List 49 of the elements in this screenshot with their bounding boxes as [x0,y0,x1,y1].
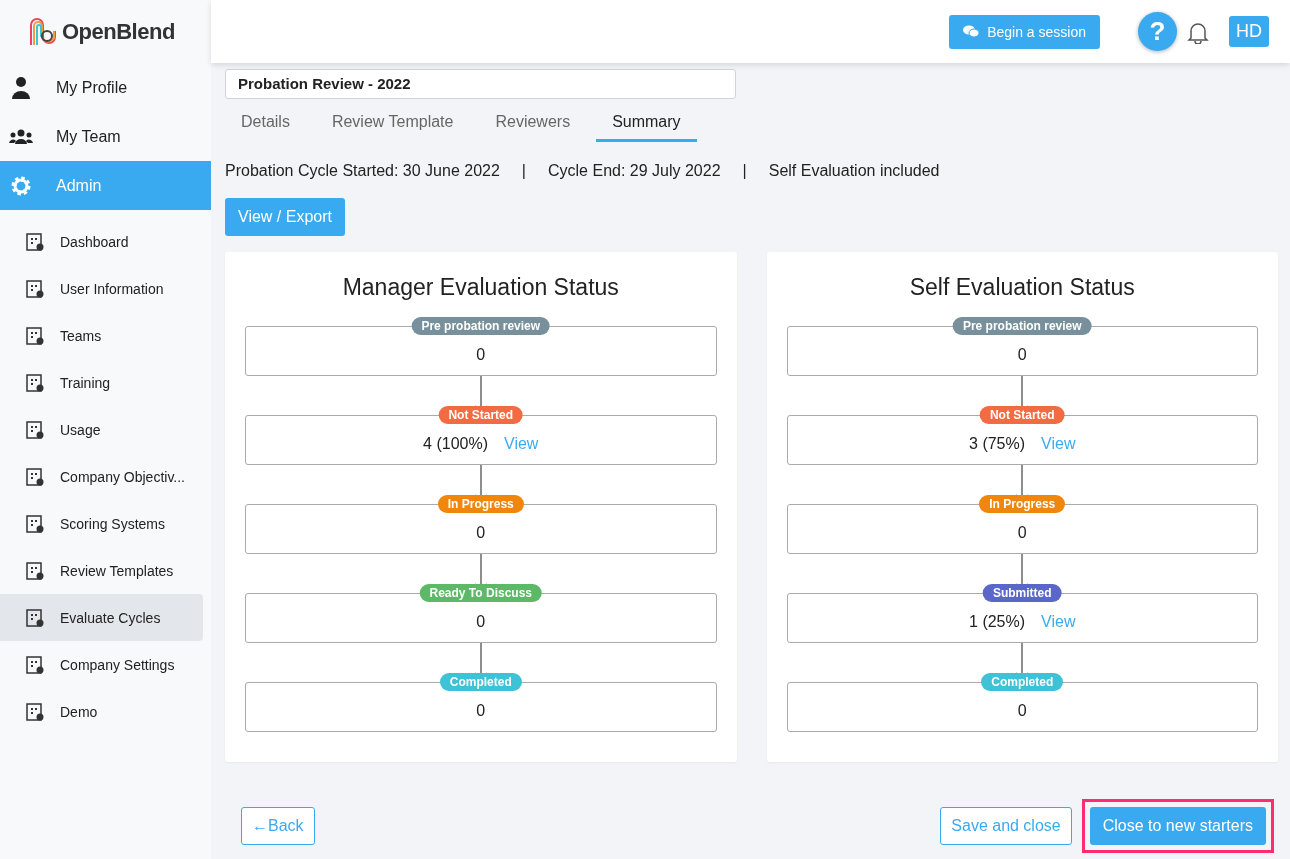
stage-count: 0 [1017,524,1027,542]
stage-count: 3 (75%) [969,435,1026,453]
nav-item[interactable]: Training [0,359,203,406]
nav-item[interactable]: Usage [0,406,203,453]
stage-count: 0 [476,613,486,631]
nav-item[interactable]: Review Templates [0,547,203,594]
nav-item[interactable]: Teams [0,312,203,359]
nav-item[interactable]: Evaluate Cycles [0,594,203,641]
stage-count: 0 [1017,346,1027,364]
status-badge: Not Started [979,406,1065,424]
cycle-end-text: Cycle End: 29 July 2022 [548,162,721,180]
nav-item[interactable]: Company Settings [0,641,203,688]
cycle-name-field[interactable]: Probation Review - 2022 [225,69,736,99]
brand-name: OpenBlend [62,18,175,45]
self-evaluation-text: Self Evaluation included [768,162,940,180]
card-title: Self Evaluation Status [909,274,1135,301]
status-badge: Completed [439,673,522,691]
stage-count: 0 [476,346,486,364]
tab[interactable]: Reviewers [479,105,587,142]
status-badge: Pre probation review [952,317,1092,335]
status-badge: In Progress [979,495,1066,513]
separator: | [741,162,748,180]
nav-item[interactable]: My Profile [0,63,211,112]
status-badge: Submitted [982,584,1062,602]
status-badge: Ready To Discuss [419,584,542,602]
nav-item[interactable]: Scoring Systems [0,500,203,547]
stage-count: 0 [476,524,486,542]
nav-item[interactable]: My Team [0,112,211,161]
nav-item[interactable]: Demo [0,688,203,735]
nav-item[interactable]: Dashboard [0,218,203,265]
nav-item[interactable]: Company Objectiv... [0,453,203,500]
stage-count: 0 [1017,702,1027,720]
stage-count: 1 (25%) [969,613,1026,631]
tab[interactable]: Review Template [315,105,470,142]
stage-count: 4 (100%) [423,435,488,453]
status-badge: Completed [981,673,1064,691]
status-badge: Not Started [438,406,524,424]
stage-count: 0 [476,702,486,720]
tab[interactable]: Details [225,105,306,142]
cycle-start-text: Probation Cycle Started: 30 June 2022 [225,162,500,180]
nav-item[interactable]: User Information [0,265,203,312]
status-badge: In Progress [437,495,524,513]
status-badge: Pre probation review [411,317,551,335]
separator: | [520,162,527,180]
chat-icon [963,25,980,38]
building-icon [24,230,46,253]
card-title: Manager Evaluation Status [342,274,619,301]
tab[interactable]: Summary [596,105,697,142]
logo-icon [28,16,58,47]
